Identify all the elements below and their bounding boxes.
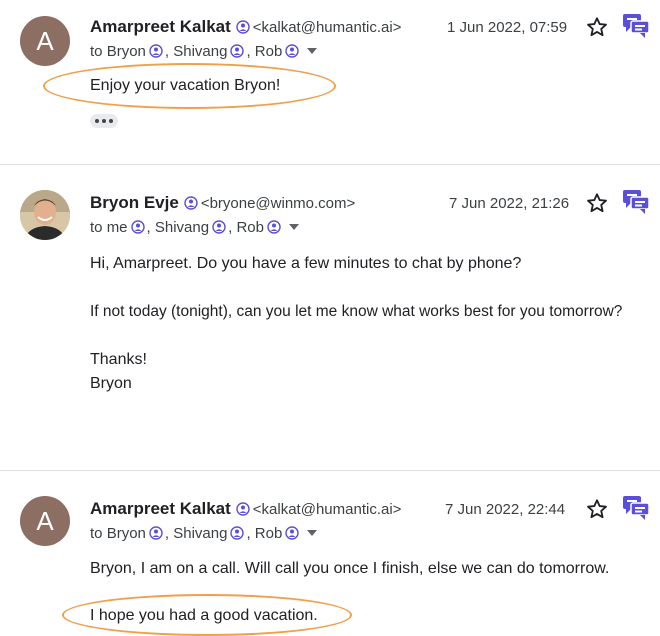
avatar[interactable]: A: [20, 496, 70, 546]
recipient[interactable]: Shivang: [155, 219, 209, 236]
sender-name[interactable]: Amarpreet Kalkat: [90, 499, 231, 518]
message-body-line: Bryon, I am on a call. Will call you onc…: [90, 560, 610, 577]
star-icon[interactable]: [586, 498, 608, 520]
chat-icon[interactable]: [622, 13, 650, 39]
to-prefix: to: [90, 43, 103, 60]
star-icon[interactable]: [586, 192, 608, 214]
avatar[interactable]: [20, 190, 70, 240]
sender-email: <kalkat@humantic.ai>: [252, 19, 402, 36]
person-icon: [267, 220, 281, 238]
sender-email: <bryone@winmo.com>: [200, 195, 356, 212]
recipients-line: to me, Shivang, Rob: [90, 219, 299, 238]
message-date: 7 Jun 2022, 22:44: [445, 501, 566, 518]
recipient[interactable]: Bryon: [107, 525, 146, 542]
recipient[interactable]: me: [107, 219, 128, 236]
sender-name[interactable]: Bryon Evje: [90, 193, 179, 212]
person-icon: [285, 44, 300, 62]
person-icon: [149, 44, 163, 62]
person-icon: [236, 19, 250, 39]
recipient[interactable]: Shivang: [173, 525, 227, 542]
person-icon: [184, 195, 198, 215]
person-icon: [230, 526, 245, 544]
message-date: 1 Jun 2022, 07:59: [447, 19, 568, 36]
message-body-line: Hi, Amarpreet. Do you have a few minutes…: [90, 255, 522, 272]
recipient[interactable]: Rob: [255, 525, 283, 542]
message-body-line: If not today (tonight), can you let me k…: [90, 303, 623, 320]
recipients-line: to Bryon, Shivang, Rob: [90, 43, 318, 62]
message-body-line: Enjoy your vacation Bryon!: [90, 77, 281, 94]
recipient[interactable]: Rob: [255, 43, 283, 60]
recipients-line: to Bryon, Shivang, Rob: [90, 525, 318, 544]
recipient[interactable]: Shivang: [173, 43, 227, 60]
divider: [0, 164, 660, 165]
person-icon: [212, 220, 226, 238]
to-prefix: to: [90, 525, 103, 542]
sender: Amarpreet Kalkat <kalkat@humantic.ai>: [90, 17, 401, 39]
message-body-line: Bryon: [90, 375, 132, 392]
recipient[interactable]: Rob: [236, 219, 264, 236]
message-date: 7 Jun 2022, 21:26: [449, 195, 570, 212]
chat-icon[interactable]: [622, 495, 650, 521]
sender-name[interactable]: Amarpreet Kalkat: [90, 17, 231, 36]
person-icon: [149, 526, 163, 544]
recipient[interactable]: Bryon: [107, 43, 146, 60]
chevron-down-icon[interactable]: [288, 224, 299, 230]
to-prefix: to: [90, 219, 103, 236]
chevron-down-icon[interactable]: [307, 530, 318, 536]
message-body-line: I hope you had a good vacation.: [90, 607, 318, 624]
show-trimmed-content-button[interactable]: [90, 114, 118, 128]
sender-email: <kalkat@humantic.ai>: [252, 501, 402, 518]
sender: Bryon Evje <bryone@winmo.com>: [90, 193, 355, 215]
avatar[interactable]: A: [20, 16, 70, 66]
star-icon[interactable]: [586, 16, 608, 38]
chevron-down-icon[interactable]: [307, 48, 318, 54]
message-body-line: Thanks!: [90, 351, 147, 368]
person-icon: [230, 44, 245, 62]
chat-icon[interactable]: [622, 189, 650, 215]
person-icon: [285, 526, 300, 544]
person-icon: [236, 501, 250, 521]
divider: [0, 470, 660, 471]
person-icon: [130, 220, 145, 238]
sender: Amarpreet Kalkat <kalkat@humantic.ai>: [90, 499, 401, 521]
